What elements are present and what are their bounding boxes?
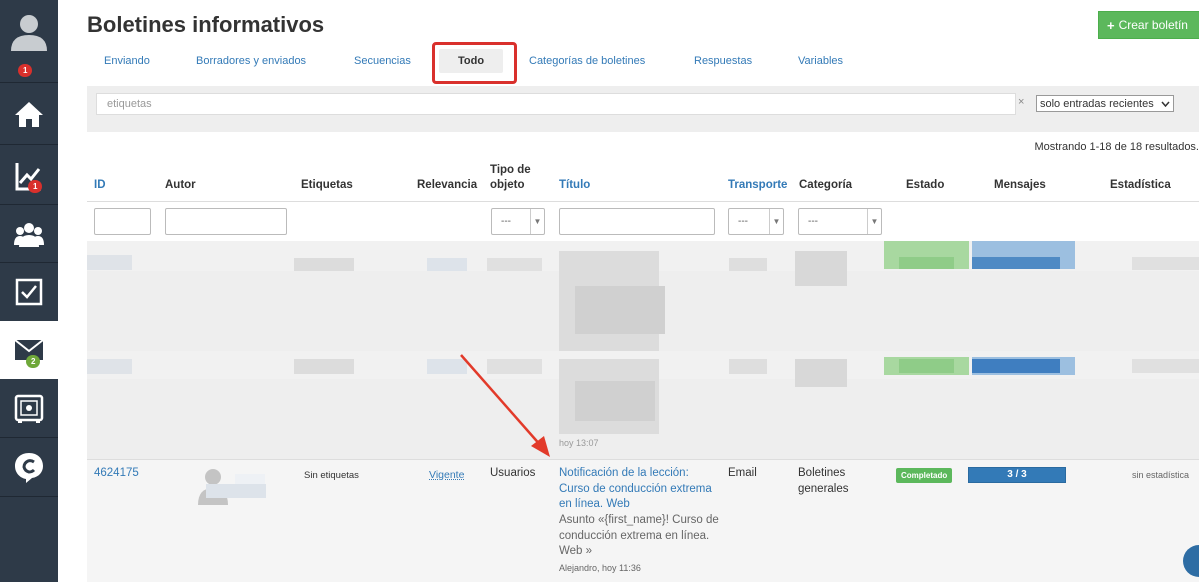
chevron-down-icon [1161,101,1170,107]
header-status: Estado [906,179,945,191]
category-line: Boletines [798,467,846,479]
title-line: en línea. Web [559,498,630,510]
partial-timestamp: hoy 13:07 [559,438,599,448]
tab-variables[interactable]: Variables [798,55,843,67]
header-transport[interactable]: Transporte [728,179,787,191]
user-avatar[interactable] [0,0,58,62]
notification-badge: 1 [18,64,33,77]
select-placeholder: --- [738,216,748,227]
users-icon [14,223,44,247]
create-button-label: Crear boletín [1118,18,1188,32]
header-stats: Estadística [1110,179,1171,191]
contacts-nav[interactable] [0,208,58,260]
chat-logo-icon [15,453,43,483]
messages-progress-bar[interactable]: 3 / 3 [968,467,1066,483]
tab-secuencias[interactable]: Secuencias [354,55,411,67]
row-id-link[interactable]: 4624175 [94,466,139,482]
plus-icon: + [1107,17,1115,33]
category-line: generales [798,482,849,495]
tab-borradores[interactable]: Borradores y enviados [196,55,306,67]
blurred-rows: hoy 13:07 [87,241,1199,459]
header-id[interactable]: ID [94,179,106,191]
status-badge: Completado [896,468,953,483]
title-line: Notificación de la lección: [559,467,689,479]
home-icon [15,102,43,127]
id-filter-input[interactable] [94,208,151,235]
row-title-link[interactable]: Notificación de la lección: Curso de con… [559,466,729,513]
sidebar: 1 1 2 [0,0,58,582]
row-subject: Asunto «{first_name}! Curso de conducció… [559,513,729,560]
divider [0,204,58,205]
recent-entries-select[interactable]: solo entradas recientes [1036,95,1174,112]
main-content: Boletines informativos + Crear boletín E… [58,0,1199,582]
subject-line: conducción extrema en línea. [559,529,710,542]
tab-enviando[interactable]: Enviando [104,55,150,67]
caret-down-icon: ▼ [530,209,544,234]
title-line: Curso de conducción extrema [559,482,712,495]
header-category: Categoría [799,179,853,191]
caret-down-icon: ▼ [867,209,881,234]
create-newsletter-button[interactable]: + Crear boletín [1098,11,1199,39]
select-placeholder: --- [808,216,818,227]
results-summary: Mostrando 1-18 de 18 resultados. [1034,141,1199,153]
row-tags: Sin etiquetas [304,470,359,481]
table-row: 4624175 Sin etiquetas Vigente Usuarios N… [87,459,1199,582]
divider [0,144,58,145]
tab-respuestas[interactable]: Respuestas [694,55,752,67]
filter-bar: etiquetas × solo entradas recientes [87,86,1199,132]
header-tags: Etiquetas [301,179,353,191]
header-relevance: Relevancia [417,179,478,191]
subject-line: Asunto «{first_name}! Curso de [559,514,719,526]
settings-nav[interactable] [0,382,58,436]
stats-nav[interactable] [0,148,58,204]
object-type-select[interactable]: --- ▼ [491,208,545,235]
tab-categorias[interactable]: Categorías de boletines [529,55,645,67]
home-nav[interactable] [0,86,58,142]
clear-icon[interactable]: × [1018,96,1024,108]
mail-nav[interactable] [0,321,58,379]
subject-line: Web » [559,545,593,557]
divider [0,82,58,83]
title-filter-input[interactable] [559,208,715,235]
divider [87,201,1199,202]
category-select[interactable]: --- ▼ [798,208,882,235]
header-messages: Mensajes [994,179,1046,191]
tags-search-input[interactable]: etiquetas [96,93,1016,115]
tasks-nav[interactable] [0,266,58,318]
chat-nav[interactable] [0,441,58,495]
row-meta: Alejandro, hoy 11:36 [559,563,641,573]
row-relevance-link[interactable]: Vigente [429,468,464,484]
author-filter-input[interactable] [165,208,287,235]
transport-select[interactable]: --- ▼ [728,208,784,235]
divider [0,496,58,497]
select-value: solo entradas recientes [1040,97,1154,110]
row-transport: Email [728,467,757,479]
caret-down-icon: ▼ [769,209,783,234]
select-placeholder: --- [501,216,511,227]
page-title: Boletines informativos [87,12,325,37]
row-category: Boletines generales [798,466,849,497]
header-object-type-2: objeto [490,179,525,191]
tab-highlight-annotation [432,42,517,84]
checkbox-icon [15,278,43,306]
divider [0,262,58,263]
header-title[interactable]: Título [559,179,590,191]
header-object-type-1: Tipo de [490,164,531,176]
row-stats: sin estadística [1132,470,1190,480]
row-object-type: Usuarios [490,467,536,479]
header-author: Autor [165,179,196,191]
user-icon [11,15,47,51]
safe-icon [14,394,44,423]
divider [0,437,58,438]
